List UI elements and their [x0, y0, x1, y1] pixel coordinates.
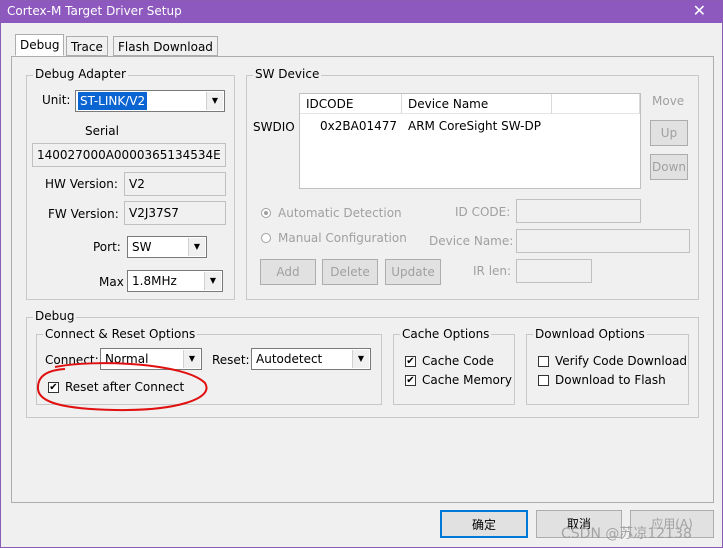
- tab-debug[interactable]: Debug: [15, 34, 65, 56]
- id-code-field[interactable]: [516, 199, 641, 223]
- manual-config-radio[interactable]: [261, 233, 271, 243]
- dialog-window: Cortex-M Target Driver Setup ✕ Debug Tra…: [0, 0, 723, 548]
- reset-after-connect-checkbox[interactable]: ✔: [48, 382, 59, 393]
- debug-group-title: Debug: [33, 309, 77, 323]
- update-button[interactable]: Update: [385, 259, 441, 285]
- manual-config-label: Manual Configuration: [278, 231, 407, 245]
- cache-memory-checkbox[interactable]: ✔: [405, 375, 416, 386]
- serial-field: 140027000A0000365134534E: [32, 143, 226, 167]
- column-header-device-name[interactable]: Device Name: [402, 94, 552, 114]
- tab-trace-label: Trace: [71, 40, 103, 54]
- reset-select[interactable]: Autodetect ▼: [251, 348, 371, 370]
- tab-flash-download[interactable]: Flash Download: [113, 36, 218, 56]
- cache-code-label: Cache Code: [422, 354, 494, 368]
- port-select[interactable]: SW ▼: [127, 236, 207, 258]
- tab-trace[interactable]: Trace: [66, 36, 108, 56]
- debug-adapter-title: Debug Adapter: [33, 67, 128, 81]
- max-clock-select[interactable]: 1.8MHz ▼: [127, 270, 223, 292]
- reset-after-connect-label: Reset after Connect: [65, 380, 185, 394]
- auto-detection-radio[interactable]: [261, 208, 271, 218]
- chevron-down-icon[interactable]: ▼: [188, 238, 205, 256]
- watermark-text: CSDN @苏凉12138: [561, 526, 692, 542]
- port-label: Port:: [93, 240, 121, 254]
- connect-value: Normal: [105, 352, 149, 366]
- column-header-empty: [552, 94, 640, 114]
- port-value: SW: [132, 240, 152, 254]
- row-device-name: ARM CoreSight SW-DP: [408, 119, 541, 133]
- reset-label: Reset:: [212, 353, 250, 367]
- cache-options-title: Cache Options: [400, 327, 492, 341]
- add-button[interactable]: Add: [260, 259, 316, 285]
- unit-label: Unit:: [42, 93, 71, 107]
- title-bar: Cortex-M Target Driver Setup ✕: [1, 1, 722, 23]
- device-name-field[interactable]: [516, 229, 690, 253]
- verify-code-download-checkbox[interactable]: [538, 356, 549, 367]
- sw-device-list[interactable]: IDCODE Device Name 0x2BA01477 ARM CoreSi…: [299, 93, 641, 189]
- download-to-flash-checkbox[interactable]: [538, 375, 549, 386]
- verify-code-download-label: Verify Code Download: [555, 354, 688, 368]
- window-title: Cortex-M Target Driver Setup: [7, 4, 182, 18]
- table-row[interactable]: 0x2BA01477 ARM CoreSight SW-DP: [300, 116, 640, 136]
- move-label: Move: [652, 94, 685, 108]
- id-code-label: ID CODE:: [455, 205, 511, 219]
- cache-memory-label: Cache Memory: [422, 373, 512, 387]
- tab-flash-download-label: Flash Download: [118, 40, 213, 54]
- column-header-idcode[interactable]: IDCODE: [300, 94, 402, 114]
- connect-label: Connect:: [45, 353, 99, 367]
- delete-button[interactable]: Delete: [322, 259, 378, 285]
- connect-reset-title: Connect & Reset Options: [43, 327, 198, 341]
- cache-code-checkbox[interactable]: ✔: [405, 356, 416, 367]
- max-clock-value: 1.8MHz: [132, 274, 177, 288]
- download-options-title: Download Options: [533, 327, 647, 341]
- download-options-group: Download Options: [526, 327, 689, 405]
- chevron-down-icon[interactable]: ▼: [204, 272, 221, 290]
- reset-value: Autodetect: [256, 352, 323, 366]
- swdio-label: SWDIO: [253, 120, 295, 134]
- serial-label: Serial: [85, 124, 119, 138]
- device-name-label: Device Name:: [429, 234, 514, 248]
- sw-device-title: SW Device: [253, 67, 322, 81]
- row-idcode: 0x2BA01477: [320, 119, 397, 133]
- chevron-down-icon[interactable]: ▼: [352, 350, 369, 368]
- hw-version-field: V2: [124, 172, 226, 196]
- up-button[interactable]: Up: [650, 120, 688, 146]
- fw-version-field: V2J37S7: [124, 201, 226, 225]
- fw-version-label: FW Version:: [48, 207, 119, 221]
- chevron-down-icon[interactable]: ▼: [206, 92, 223, 110]
- unit-select[interactable]: ST-LINK/V2 ▼: [75, 90, 225, 112]
- hw-version-label: HW Version:: [45, 177, 118, 191]
- down-button[interactable]: Down: [650, 154, 688, 180]
- max-clock-label: Max: [99, 275, 124, 289]
- auto-detection-label: Automatic Detection: [278, 206, 402, 220]
- cache-options-group: Cache Options: [393, 327, 515, 405]
- download-to-flash-label: Download to Flash: [555, 373, 666, 387]
- chevron-down-icon[interactable]: ▼: [183, 350, 200, 368]
- unit-value: ST-LINK/V2: [78, 92, 148, 110]
- connect-select[interactable]: Normal ▼: [100, 348, 202, 370]
- ok-button[interactable]: 确定: [440, 510, 528, 538]
- close-icon[interactable]: ✕: [693, 1, 706, 20]
- ir-len-field[interactable]: [516, 259, 592, 283]
- tab-debug-label: Debug: [20, 38, 60, 52]
- ir-len-label: IR len:: [473, 264, 512, 278]
